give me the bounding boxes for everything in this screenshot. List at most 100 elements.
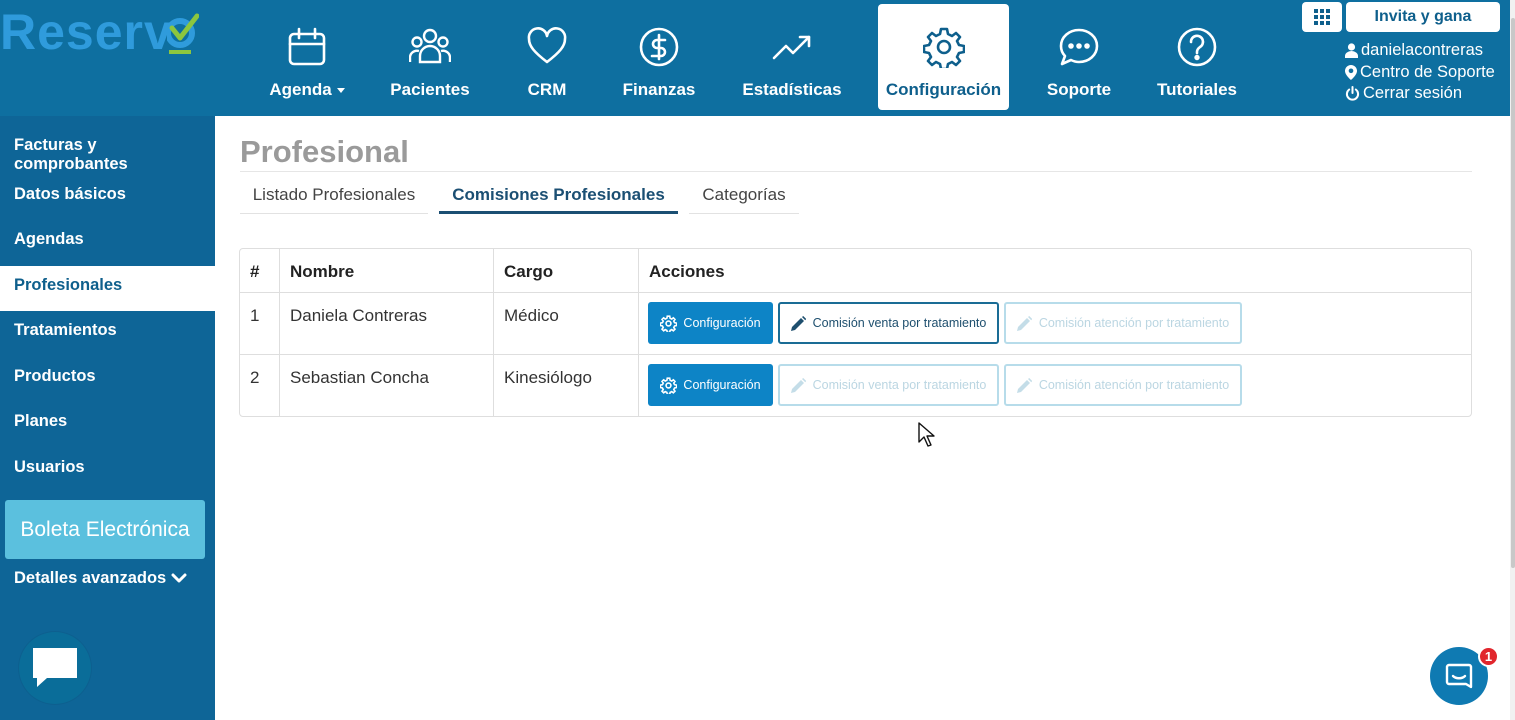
page-title: Profesional	[240, 134, 409, 169]
chat-bubble-icon	[33, 648, 77, 687]
sidebar-item-label: Facturas y	[14, 136, 97, 154]
scrollbar-thumb[interactable]	[1511, 18, 1515, 568]
trend-up-icon	[772, 35, 811, 60]
heart-icon	[527, 27, 567, 64]
comision-atencion-button[interactable]: Comisión atención por tratamiento	[1004, 364, 1242, 406]
comision-atencion-label: Comisión atención por tratamiento	[1038, 316, 1230, 330]
header-num: #	[250, 262, 260, 281]
pencil-icon	[1016, 377, 1032, 393]
column-divider	[279, 249, 280, 416]
top-header: Reserv Agenda Pacientes CRM Finanzas Est…	[0, 0, 1510, 116]
logo-text: Reserv	[0, 4, 173, 60]
notification-badge: 1	[1478, 646, 1499, 667]
nav-tutoriales[interactable]: Tutoriales	[1152, 4, 1242, 110]
app-window: Reserv Agenda Pacientes CRM Finanzas Est…	[0, 0, 1515, 720]
comision-venta-button[interactable]: Comisión venta por tratamiento	[778, 364, 999, 406]
grid-icon	[1314, 9, 1330, 25]
comision-atencion-button[interactable]: Comisión atención por tratamiento	[1004, 302, 1242, 344]
gear-icon	[660, 314, 678, 332]
chevron-down-icon	[171, 573, 187, 583]
invite-button[interactable]: Invita y gana	[1346, 2, 1500, 32]
nav-configuracion-label: Configuración	[885, 80, 1002, 99]
gear-icon	[660, 376, 678, 394]
logout-label: Cerrar sesión	[1363, 84, 1463, 102]
sidebar-item-datos-basicos[interactable]: Datos básicos	[0, 183, 215, 205]
apps-grid-button[interactable]	[1302, 2, 1342, 32]
pencil-icon	[790, 377, 806, 393]
pencil-icon	[790, 315, 806, 331]
calendar-icon	[288, 27, 326, 66]
users-icon	[409, 28, 451, 64]
nav-configuracion[interactable]: Configuración	[878, 4, 1009, 110]
nav-crm-label: CRM	[527, 80, 567, 99]
nav-tutoriales-label: Tutoriales	[1157, 80, 1237, 99]
configuracion-button[interactable]: Configuración	[648, 302, 773, 344]
sidebar-item-usuarios[interactable]: Usuarios	[0, 456, 215, 478]
messenger-icon	[1445, 663, 1473, 689]
cell-num: 1	[250, 306, 260, 325]
cell-cargo: Kinesiólogo	[504, 368, 592, 387]
nav-soporte-label: Soporte	[1046, 80, 1112, 99]
sidebar-item-profesionales[interactable]: Profesionales	[0, 266, 215, 311]
nav-agenda[interactable]: Agenda	[262, 4, 352, 110]
commissions-table: # Nombre Cargo Acciones 1 Daniela Contre…	[239, 248, 1472, 417]
row-divider	[240, 354, 1471, 355]
user-link[interactable]: danielacontreras	[1345, 40, 1505, 62]
sidebar-item-label: Profesionales	[14, 276, 123, 294]
configuracion-button[interactable]: Configuración	[648, 364, 773, 406]
comision-venta-label: Comisión venta por tratamiento	[812, 378, 987, 392]
comision-venta-label: Comisión venta por tratamiento	[812, 316, 987, 330]
nav-pacientes-label: Pacientes	[390, 80, 470, 99]
gear-icon	[922, 27, 965, 68]
configuracion-label: Configuración	[683, 378, 761, 392]
sidebar-item-label: Planes	[14, 412, 68, 430]
tab-comisiones-profesionales[interactable]: Comisiones Profesionales	[439, 180, 678, 214]
nav-finanzas-label: Finanzas	[622, 80, 696, 99]
dollar-icon	[639, 27, 679, 67]
sidebar-item-facturas[interactable]: Facturas y comprobantes	[0, 136, 215, 174]
caret-down-icon	[336, 88, 345, 94]
title-divider	[240, 171, 1472, 172]
comision-atencion-label: Comisión atención por tratamiento	[1038, 378, 1230, 392]
username: danielacontreras	[1361, 41, 1483, 59]
configuracion-label: Configuración	[683, 316, 761, 330]
nav-soporte[interactable]: Soporte	[1042, 4, 1116, 110]
map-marker-icon	[1345, 64, 1357, 80]
sidebar-item-agendas[interactable]: Agendas	[0, 228, 215, 250]
header-cargo: Cargo	[504, 262, 554, 281]
mouse-cursor-icon	[918, 422, 935, 447]
sidebar-item-tratamientos[interactable]: Tratamientos	[0, 319, 215, 341]
advanced-details-toggle[interactable]: Detalles avanzados	[0, 567, 215, 589]
sidebar-item-productos[interactable]: Productos	[0, 365, 215, 387]
pencil-icon	[1016, 315, 1032, 331]
nav-pacientes[interactable]: Pacientes	[385, 4, 475, 110]
brand-logo[interactable]: Reserv	[0, 4, 199, 60]
user-icon	[1345, 43, 1358, 59]
chat-icon	[1059, 28, 1099, 66]
cell-nombre: Daniela Contreras	[290, 306, 428, 325]
support-center-link[interactable]: Centro de Soporte	[1345, 62, 1505, 84]
chat-widget-button[interactable]	[19, 632, 91, 704]
nav-crm[interactable]: CRM	[512, 4, 582, 110]
sidebar: Facturas y comprobantes Datos básicos Ag…	[0, 116, 215, 720]
nav-estadisticas[interactable]: Estadísticas	[737, 4, 847, 110]
cell-cargo: Médico	[504, 306, 559, 325]
sidebar-item-label: Productos	[14, 367, 96, 385]
column-divider	[638, 249, 639, 416]
sidebar-item-label: comprobantes	[14, 155, 128, 173]
column-divider	[493, 249, 494, 416]
boleta-electronica-button[interactable]: Boleta Electrónica	[5, 500, 205, 559]
sidebar-item-label: Tratamientos	[14, 321, 117, 339]
cell-num: 2	[250, 368, 260, 387]
nav-finanzas[interactable]: Finanzas	[614, 4, 704, 110]
logout-link[interactable]: Cerrar sesión	[1345, 83, 1505, 105]
advanced-details-label: Detalles avanzados	[14, 569, 167, 587]
tab-listado-profesionales[interactable]: Listado Profesionales	[240, 180, 428, 214]
header-nombre: Nombre	[290, 262, 355, 281]
comision-venta-button[interactable]: Comisión venta por tratamiento	[778, 302, 999, 344]
tab-categorias[interactable]: Categorías	[689, 180, 799, 214]
sidebar-item-label: Agendas	[14, 230, 84, 248]
sidebar-item-planes[interactable]: Planes	[0, 410, 215, 432]
cell-nombre: Sebastian Concha	[290, 368, 429, 387]
power-icon	[1345, 86, 1360, 101]
